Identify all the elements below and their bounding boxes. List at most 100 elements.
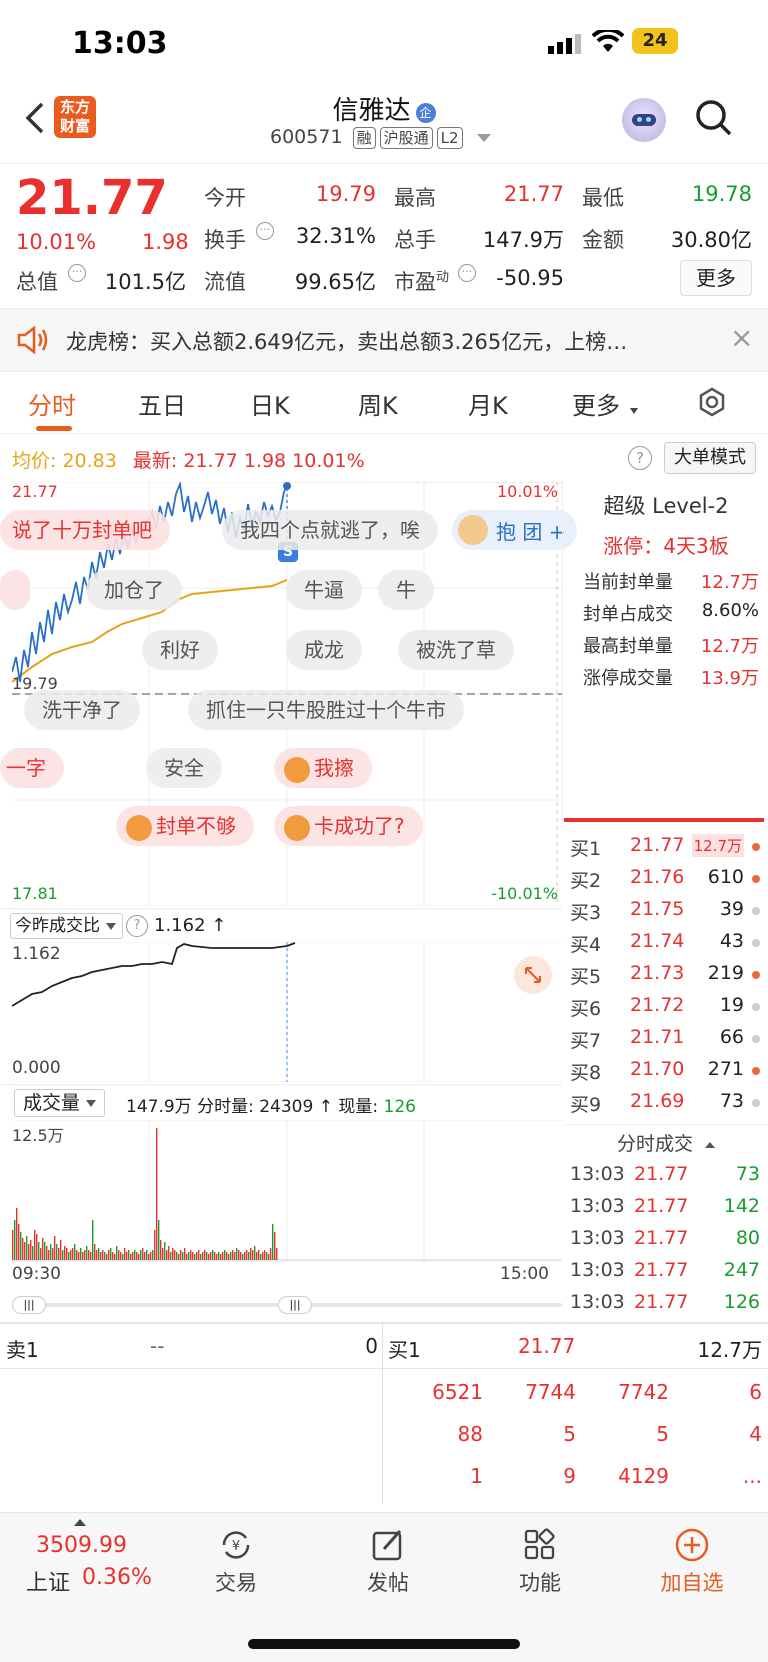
volume-bar bbox=[88, 1250, 90, 1260]
queue-cell: 6 bbox=[749, 1380, 762, 1404]
more-button[interactable]: 更多 bbox=[680, 260, 752, 296]
comment-bubble[interactable]: 利好 bbox=[142, 630, 218, 670]
trades-title[interactable]: 分时成交 bbox=[564, 1129, 768, 1156]
search-icon[interactable] bbox=[694, 98, 734, 142]
comment-bubble[interactable]: 加仓了 bbox=[86, 570, 182, 610]
tab-monthly[interactable]: 月K bbox=[468, 386, 508, 421]
l2-value: 13.9万 bbox=[700, 668, 759, 689]
nav-post-label: 发帖 bbox=[367, 1571, 409, 1595]
comment-bubble[interactable]: 我擦 bbox=[274, 748, 372, 788]
orderbook-row[interactable]: 买7 21.71 66 bbox=[564, 1022, 768, 1054]
volume-bar bbox=[176, 1252, 178, 1260]
tab-more[interactable]: 更多 bbox=[572, 386, 620, 421]
ob-qty: 12.7万 bbox=[691, 834, 744, 857]
avatar bbox=[458, 515, 488, 545]
dragon-tiger-banner[interactable]: 龙虎榜：买入总额2.649亿元，卖出总额3.265亿元，上榜… × bbox=[0, 308, 768, 372]
queue-header-line bbox=[0, 1368, 768, 1369]
group-join-button[interactable]: 抱 团 + bbox=[452, 510, 578, 550]
comment-bubble[interactable]: 说了十万封单吧 bbox=[0, 510, 170, 550]
trade-price: 21.77 bbox=[634, 1163, 689, 1185]
orderbook-row[interactable]: 买9 21.69 73 bbox=[564, 1086, 768, 1118]
volume-bar bbox=[14, 1220, 16, 1260]
volume-bar bbox=[80, 1248, 82, 1260]
close-icon[interactable]: × bbox=[730, 321, 753, 354]
label-amount: 金额 bbox=[582, 228, 624, 252]
volume-bar bbox=[248, 1252, 250, 1260]
slider-handle-right[interactable]: ||| bbox=[278, 1296, 312, 1314]
cow-icon bbox=[284, 814, 310, 841]
last-change: 1.98 bbox=[243, 450, 287, 472]
index-pct[interactable]: 0.36% bbox=[82, 1565, 152, 1590]
orderbook-row[interactable]: 买2 21.76 610 bbox=[564, 862, 768, 894]
gear-icon[interactable] bbox=[696, 386, 728, 422]
queue-buy-qty: 12.7万 bbox=[697, 1338, 762, 1362]
trade-time: 13:03 bbox=[570, 1291, 625, 1313]
comment-bubble[interactable]: 安全 bbox=[146, 748, 222, 788]
chevron-down-icon bbox=[106, 923, 116, 930]
tab-intraday[interactable]: 分时 bbox=[28, 386, 76, 421]
nav-functions[interactable]: 功能 bbox=[490, 1523, 590, 1597]
ratio-value: 1.162 ↑ bbox=[154, 915, 227, 936]
slider-handle-left[interactable]: ||| bbox=[12, 1296, 46, 1314]
queue-cell: 4 bbox=[749, 1422, 762, 1446]
comment-bubble[interactable]: 抓住一只牛股胜过十个牛市 bbox=[188, 690, 464, 730]
robot-avatar-icon[interactable] bbox=[622, 98, 666, 142]
ob-level: 买4 bbox=[570, 934, 602, 956]
queue-sell-label: 卖1 bbox=[6, 1338, 39, 1362]
volume-bar bbox=[156, 1128, 158, 1260]
volume-bar bbox=[138, 1254, 140, 1260]
orderbook-row[interactable]: 买4 21.74 43 bbox=[564, 926, 768, 958]
volume-bar bbox=[194, 1254, 196, 1260]
trades-panel: 分时成交 13:03 21.77 73 13:03 21.77 142 13:03 21.77… bbox=[564, 1124, 768, 1320]
volume-bar bbox=[168, 1246, 170, 1260]
orderbook-row[interactable]: 买3 21.75 39 bbox=[564, 894, 768, 926]
orderbook-row[interactable]: 买5 21.73 219 bbox=[564, 958, 768, 990]
label-low: 最低 bbox=[582, 186, 624, 210]
help-icon[interactable]: ? bbox=[126, 915, 148, 937]
volume-bar bbox=[84, 1250, 86, 1260]
expand-icon[interactable] bbox=[514, 956, 552, 994]
dropdown-icon[interactable] bbox=[476, 133, 491, 142]
chevron-up-icon[interactable] bbox=[74, 1519, 86, 1526]
time-range-slider[interactable]: ||| ||| bbox=[12, 1296, 562, 1314]
trade-row: 13:03 21.77 247 bbox=[564, 1255, 768, 1287]
comment-bubble[interactable]: 洗干净了 bbox=[24, 690, 140, 730]
info-icon[interactable]: ··· bbox=[256, 222, 274, 240]
last-label: 最新: bbox=[132, 450, 178, 472]
nav-add-label: 加自选 bbox=[660, 1571, 724, 1595]
orderbook-row[interactable]: 买1 21.77 12.7万 bbox=[564, 830, 768, 862]
bottom-bar: 3509.99 上证 0.36% ¥ 交易 发帖 功能 加自选 bbox=[0, 1512, 768, 1662]
index-value[interactable]: 3509.99 bbox=[36, 1533, 127, 1558]
help-icon[interactable]: ? bbox=[628, 446, 652, 470]
volume-bar bbox=[54, 1236, 56, 1260]
svg-text:¥: ¥ bbox=[232, 1539, 240, 1554]
nav-trade[interactable]: ¥ 交易 bbox=[186, 1523, 286, 1597]
nav-post[interactable]: 发帖 bbox=[338, 1523, 438, 1597]
tab-daily[interactable]: 日K bbox=[250, 386, 290, 421]
tab-5day[interactable]: 五日 bbox=[138, 386, 186, 421]
orderbook-row[interactable]: 买6 21.72 19 bbox=[564, 990, 768, 1022]
volume-bar bbox=[46, 1246, 48, 1260]
big-order-mode-button[interactable]: 大单模式 bbox=[664, 442, 756, 474]
info-icon[interactable]: ··· bbox=[458, 264, 476, 282]
comment-bubble[interactable] bbox=[0, 570, 30, 610]
comment-bubble[interactable]: 牛逼 bbox=[286, 570, 362, 610]
volume-bar bbox=[252, 1250, 254, 1260]
comment-bubble[interactable]: 被洗了草 bbox=[398, 630, 514, 670]
info-icon[interactable]: ··· bbox=[68, 264, 86, 282]
comment-bubble[interactable]: 成龙 bbox=[286, 630, 362, 670]
comment-bubble[interactable]: 封单不够 bbox=[116, 806, 254, 846]
tab-weekly[interactable]: 周K bbox=[358, 386, 398, 421]
ratio-select[interactable]: 今昨成交比 bbox=[10, 913, 123, 939]
volume-select[interactable]: 成交量 bbox=[14, 1089, 106, 1117]
comment-bubble[interactable]: 一字 bbox=[0, 748, 64, 788]
orderbook-row[interactable]: 买8 21.70 271 bbox=[564, 1054, 768, 1086]
comment-bubble[interactable]: 卡成功了? bbox=[274, 806, 423, 846]
chevron-up-icon bbox=[705, 1141, 716, 1148]
last-price: 21.77 bbox=[16, 170, 168, 226]
comment-bubble[interactable]: 我四个点就逃了，唉 bbox=[222, 510, 438, 550]
comment-bubble[interactable]: 牛 bbox=[378, 570, 434, 610]
nav-add-watchlist[interactable]: 加自选 bbox=[642, 1523, 742, 1597]
index-name[interactable]: 上证 bbox=[26, 1565, 70, 1597]
volume-bar bbox=[270, 1248, 272, 1260]
